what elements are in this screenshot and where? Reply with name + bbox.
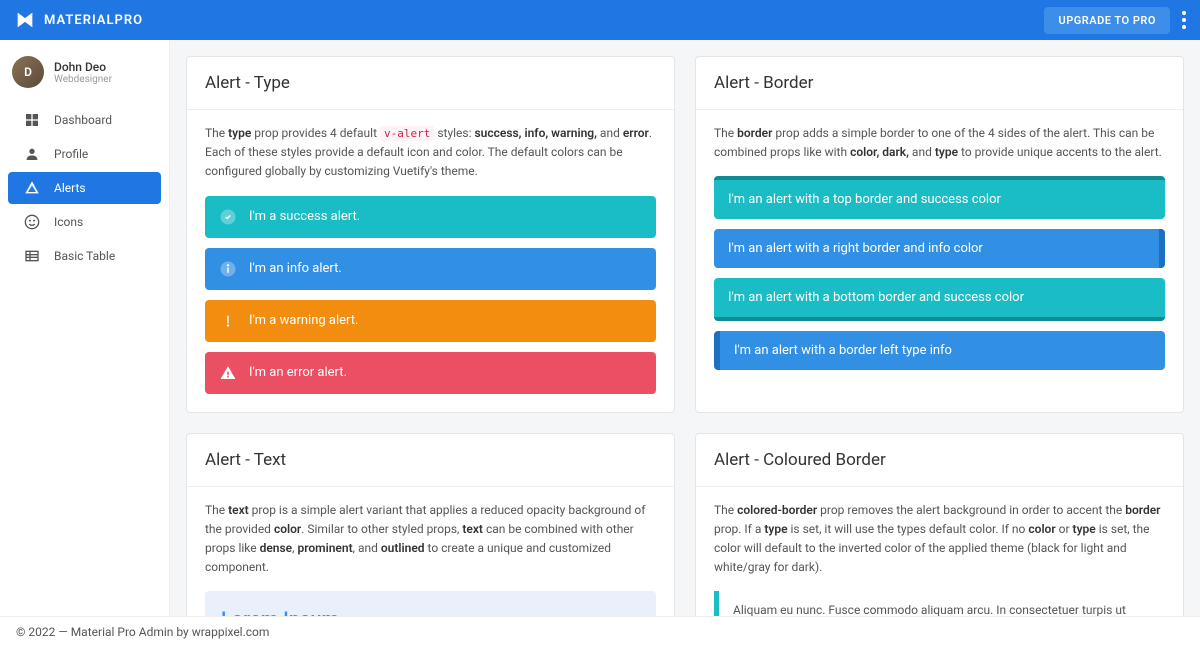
footer: © 2022 — Material Pro Admin by wrappixel… [0,616,1200,646]
sidebar-item-alerts[interactable]: Alerts [8,172,161,204]
user-role: Webdesigner [54,74,112,85]
avatar: D [12,56,44,88]
topbar: MATERIALPRO UPGRADE TO PRO [0,0,1200,40]
text-alert-lorem: Lorem Ipsum Maecenas nec odio et ante ti… [205,591,656,616]
alert-border-left: I'm an alert with a border left type inf… [714,331,1165,370]
alert-info: I'm an info alert. [205,248,656,290]
sidebar-item-label: Dashboard [54,113,112,127]
sidebar-item-basic-table[interactable]: Basic Table [8,240,161,272]
logo-icon [14,9,36,31]
card-description: The colored-border prop removes the aler… [714,501,1165,578]
alert-border-top: I'm an alert with a top border and succe… [714,176,1165,219]
card-alert-coloured-border: Alert - Coloured Border The colored-bord… [695,433,1184,616]
card-description: The border prop adds a simple border to … [714,124,1165,162]
exclamation-icon [219,312,237,330]
coloured-border-alert: Aliquam eu nunc. Fusce commodo aliquam a… [714,591,1165,616]
alert-error: I'm an error alert. [205,352,656,394]
card-description: The type prop provides 4 default v-alert… [205,124,656,182]
sidebar-item-icons[interactable]: Icons [8,206,161,238]
emoji-icon [24,214,40,230]
card-alert-text: Alert - Text The text prop is a simple a… [186,433,675,616]
sidebar: D Dohn Deo Webdesigner Dashboard Profile… [0,40,170,616]
sidebar-item-profile[interactable]: Profile [8,138,161,170]
table-icon [24,248,40,264]
logo-text: MATERIALPRO [44,13,143,28]
sidebar-item-label: Basic Table [54,249,115,263]
user-name: Dohn Deo [54,60,112,74]
sidebar-item-label: Alerts [54,181,86,195]
alert-border-right: I'm an alert with a right border and inf… [714,229,1165,268]
card-alert-border: Alert - Border The border prop adds a si… [695,56,1184,413]
warning-triangle-icon [219,364,237,382]
user-block[interactable]: D Dohn Deo Webdesigner [0,50,169,102]
check-circle-icon [219,208,237,226]
upgrade-button[interactable]: UPGRADE TO PRO [1044,7,1170,34]
main-content: Alert - Type The type prop provides 4 de… [170,40,1200,616]
card-title: Alert - Coloured Border [696,434,1183,487]
menu-dots-icon[interactable] [1182,11,1186,29]
card-description: The text prop is a simple alert variant … [205,501,656,578]
logo[interactable]: MATERIALPRO [14,9,143,31]
dashboard-icon [24,112,40,128]
sidebar-item-dashboard[interactable]: Dashboard [8,104,161,136]
profile-icon [24,146,40,162]
alert-icon [24,180,40,196]
footer-text: © 2022 — Material Pro Admin by wrappixel… [16,625,269,639]
alert-border-bottom: I'm an alert with a bottom border and su… [714,278,1165,321]
info-icon [219,260,237,278]
card-alert-type: Alert - Type The type prop provides 4 de… [186,56,675,413]
sidebar-item-label: Profile [54,147,88,161]
card-title: Alert - Type [187,57,674,110]
card-title: Alert - Border [696,57,1183,110]
alert-success: I'm a success alert. [205,196,656,238]
text-alert-title: Lorem Ipsum [221,607,640,616]
alert-warning: I'm a warning alert. [205,300,656,342]
card-title: Alert - Text [187,434,674,487]
sidebar-item-label: Icons [54,215,83,229]
